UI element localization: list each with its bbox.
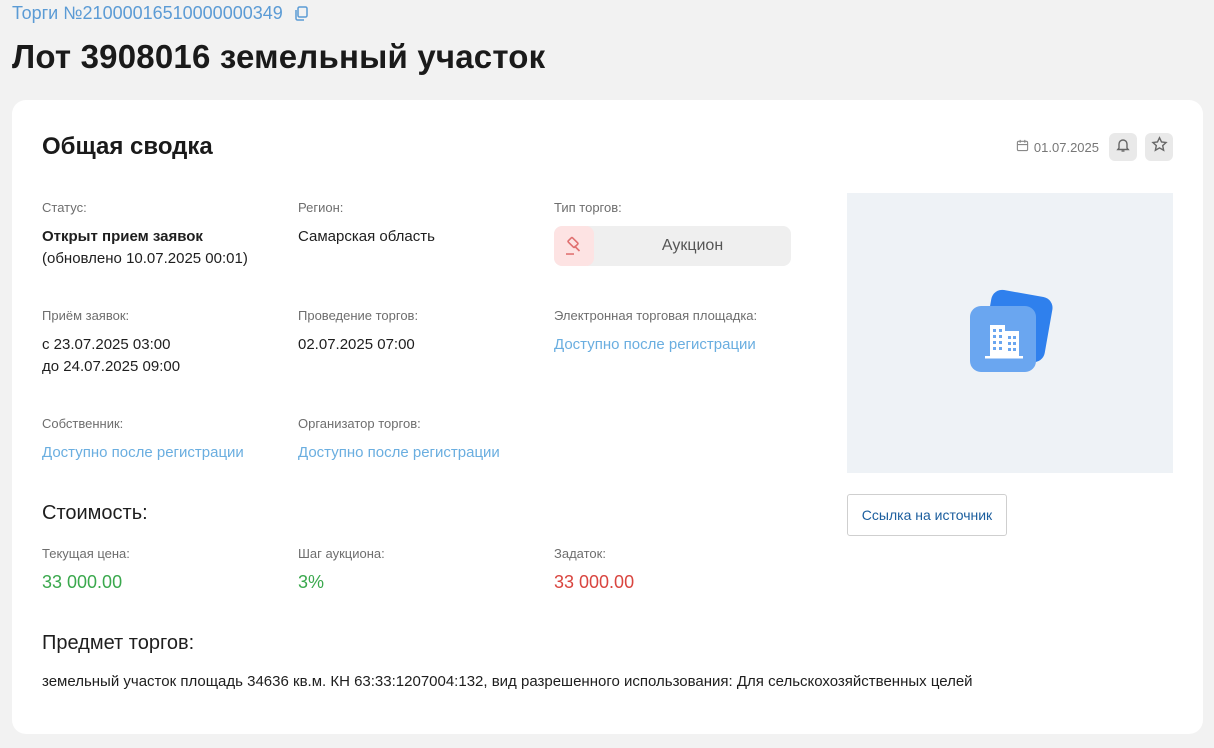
- building-icon: [970, 289, 1053, 372]
- cost-title: Стоимость:: [42, 502, 148, 524]
- organizer-field: Организатор торгов: Доступно после регис…: [298, 416, 538, 464]
- status-field: Статус: Открыт прием заявок (обновлено 1…: [42, 200, 282, 270]
- subject-description: земельный участок площадь 34636 кв.м. КН…: [42, 673, 973, 690]
- organizer-label: Организатор торгов:: [298, 416, 421, 431]
- applications-field: Приём заявок: с 23.07.2025 03:00 до 24.0…: [42, 308, 282, 378]
- platform-label: Электронная торговая площадка:: [554, 308, 758, 323]
- source-link-button[interactable]: Ссылка на источник: [847, 494, 1007, 536]
- region-value: Самарская область: [298, 228, 435, 245]
- current-price-label: Текущая цена:: [42, 546, 130, 561]
- auction-step-label: Шаг аукциона:: [298, 546, 385, 561]
- platform-link[interactable]: Доступно после регистрации: [554, 336, 756, 353]
- current-price-value: 33 000.00: [42, 572, 123, 592]
- organizer-link[interactable]: Доступно после регистрации: [298, 444, 500, 461]
- applications-to: до 24.07.2025 09:00: [42, 358, 181, 375]
- favorite-button[interactable]: [1145, 133, 1173, 161]
- owner-field: Собственник: Доступно после регистрации: [42, 416, 282, 464]
- status-updated: (обновлено 10.07.2025 00:01): [42, 250, 248, 267]
- date-chip: 01.07.2025: [1016, 139, 1099, 155]
- bell-icon: [1115, 137, 1131, 158]
- auction-date-label: Проведение торгов:: [298, 308, 419, 323]
- auction-step-value: 3%: [298, 572, 325, 592]
- auction-date-field: Проведение торгов: 02.07.2025 07:00: [298, 308, 538, 356]
- current-price-field: Текущая цена: 33 000.00: [42, 546, 282, 593]
- auction-type-label: Тип торгов:: [554, 200, 622, 215]
- auction-date-value: 02.07.2025 07:00: [298, 336, 415, 353]
- status-label: Статус:: [42, 200, 87, 215]
- platform-field: Электронная торговая площадка: Доступно …: [554, 308, 814, 356]
- lot-image: [847, 193, 1173, 473]
- publish-date: 01.07.2025: [1033, 139, 1099, 155]
- breadcrumb: Торги №21000016510000000349: [12, 3, 309, 24]
- subject-title: Предмет торгов:: [42, 632, 195, 654]
- region-field: Регион: Самарская область: [298, 200, 538, 248]
- card-actions: 01.07.2025: [1016, 133, 1173, 161]
- applications-label: Приём заявок:: [42, 308, 130, 323]
- summary-title: Общая сводка: [42, 133, 213, 160]
- auction-type-badge: Аукцион: [554, 226, 791, 266]
- calendar-icon: [1016, 139, 1029, 155]
- auction-type-value: Аукцион: [661, 237, 724, 254]
- gavel-icon: [554, 226, 594, 266]
- deposit-field: Задаток: 33 000.00: [554, 546, 794, 593]
- star-icon: [1150, 136, 1168, 158]
- summary-card: Общая сводка 01.07.2025 Статус: Открыт п…: [12, 100, 1203, 734]
- auction-type-field: Тип торгов: Аукцион: [554, 200, 814, 266]
- page-title: Лот 3908016 земельный участок: [12, 38, 546, 75]
- deposit-label: Задаток:: [554, 546, 606, 561]
- region-label: Регион:: [298, 200, 344, 215]
- owner-label: Собственник:: [42, 416, 124, 431]
- breadcrumb-link[interactable]: Торги №21000016510000000349: [12, 3, 283, 24]
- copy-icon[interactable]: [293, 5, 309, 21]
- owner-link[interactable]: Доступно после регистрации: [42, 444, 244, 461]
- notify-button[interactable]: [1109, 133, 1137, 161]
- deposit-value: 33 000.00: [554, 572, 635, 592]
- auction-step-field: Шаг аукциона: 3%: [298, 546, 538, 593]
- applications-from: с 23.07.2025 03:00: [42, 336, 171, 353]
- status-value: Открыт прием заявок: [42, 228, 203, 245]
